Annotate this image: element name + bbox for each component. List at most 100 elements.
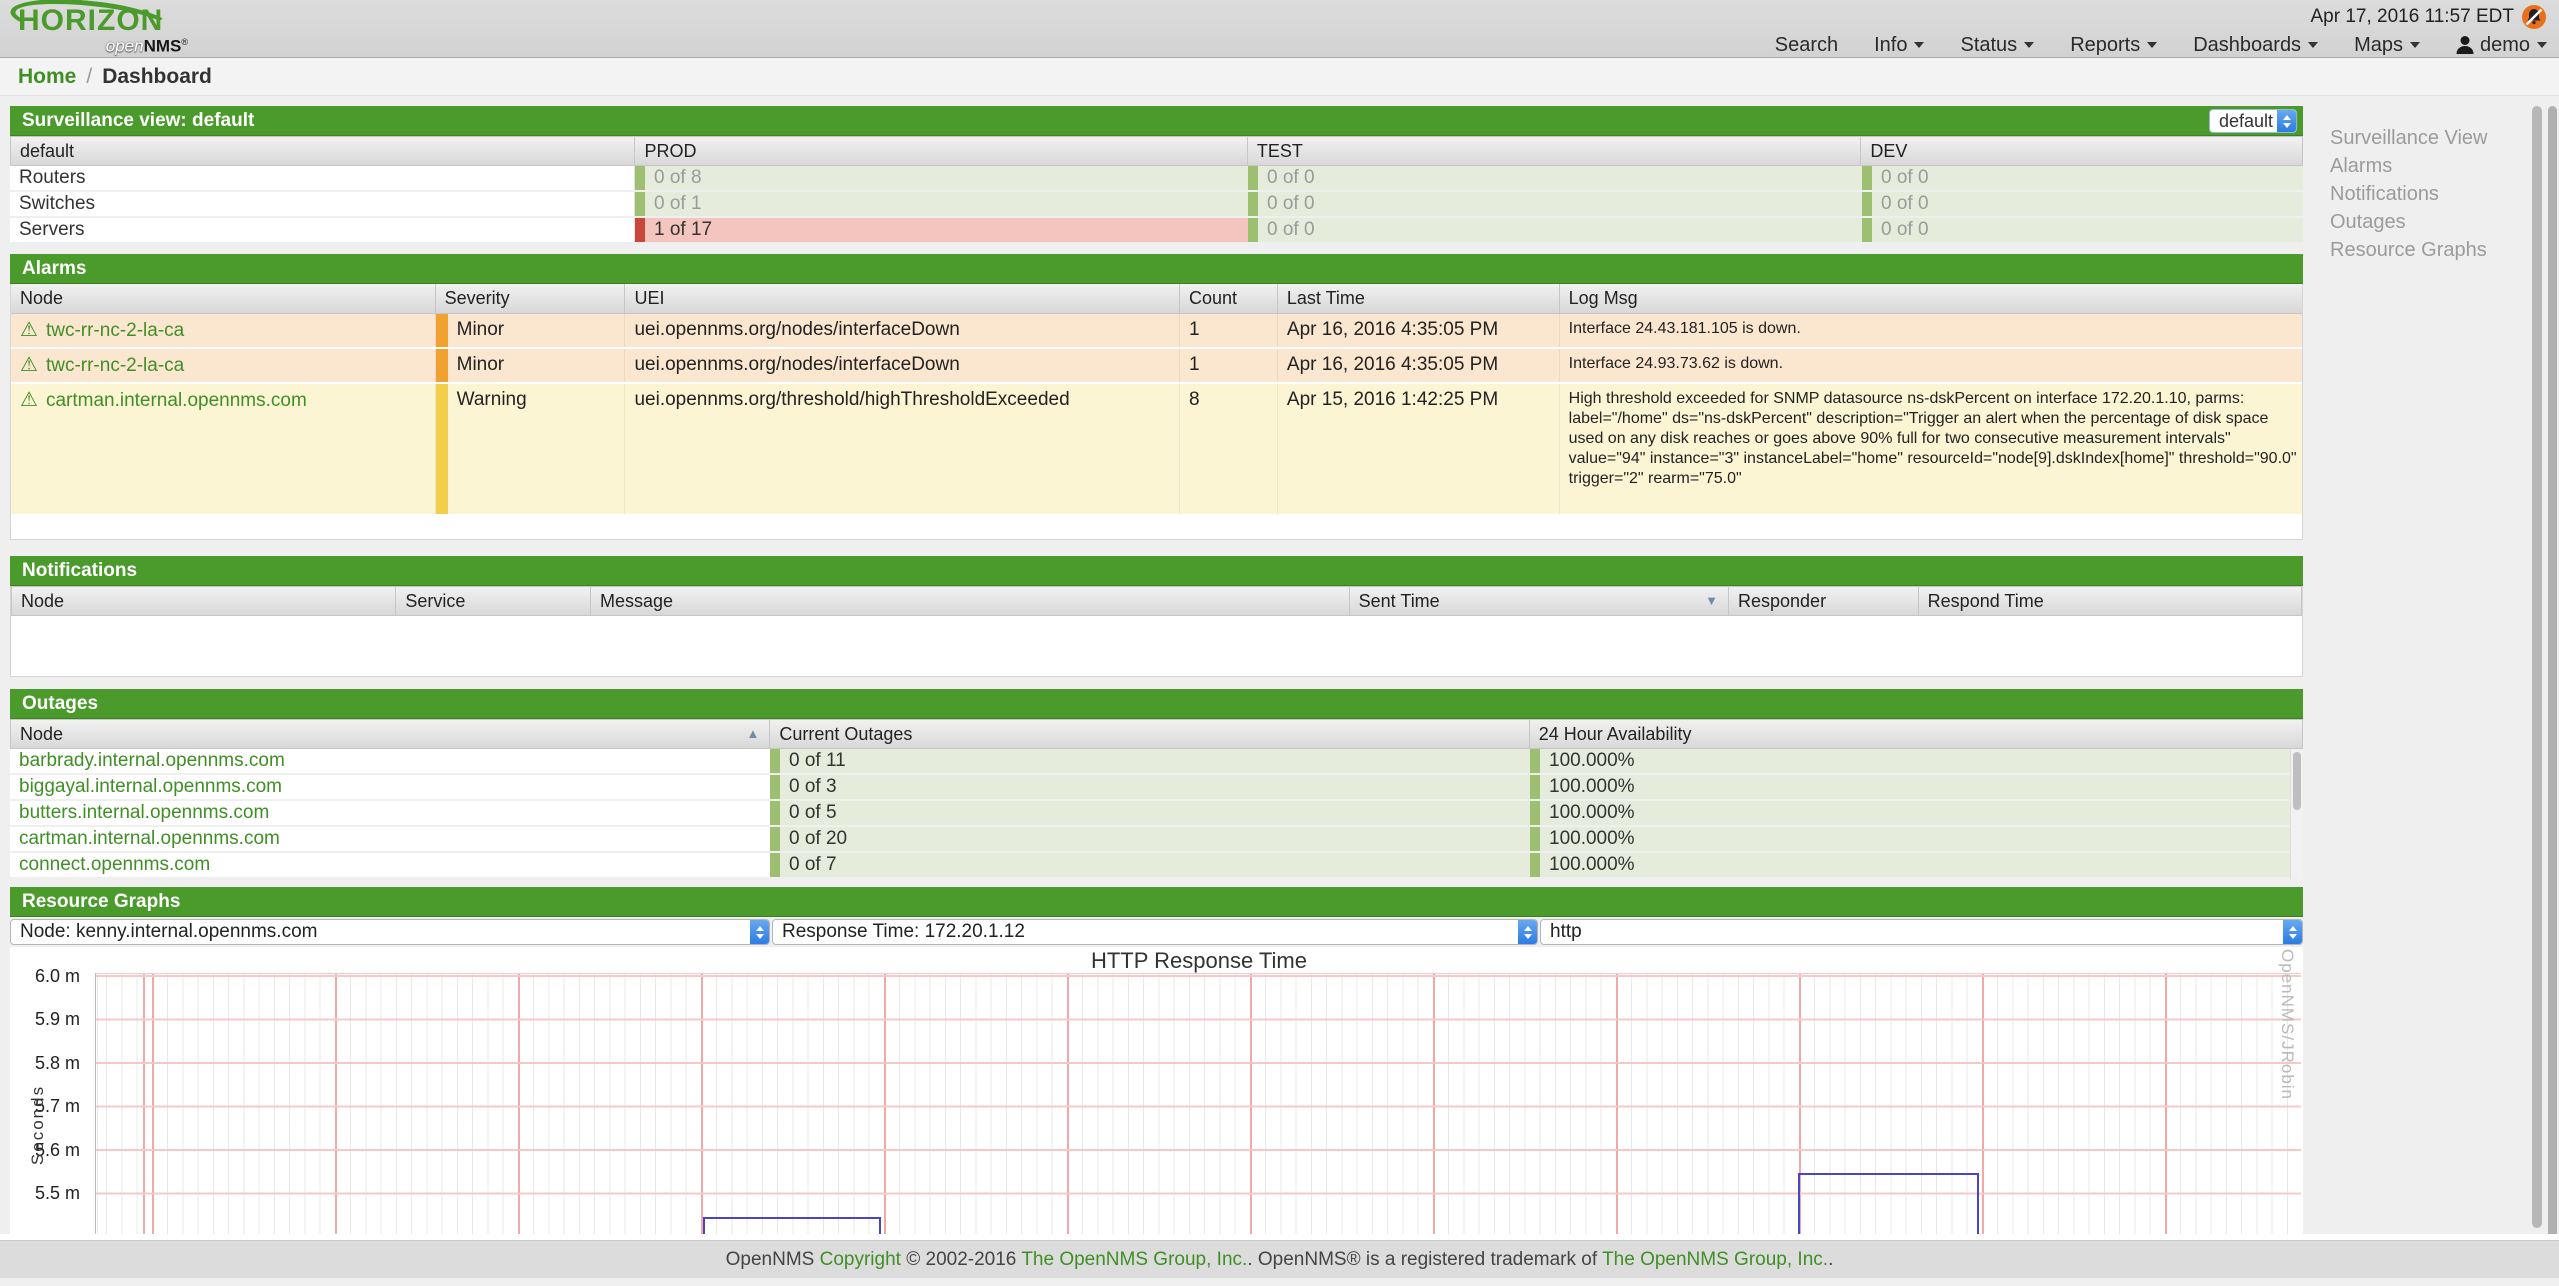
breadcrumb-home-link[interactable]: Home <box>18 65 76 88</box>
sidebar-item-notifications[interactable]: Notifications <box>2330 180 2525 208</box>
column-header-sent-time[interactable]: Sent Time▼ <box>1350 587 1729 615</box>
resource-select[interactable]: Response Time: 172.20.1.12 <box>772 919 1538 945</box>
menu-status[interactable]: Status <box>1960 34 2034 57</box>
footer-group-link[interactable]: The OpenNMS Group, Inc. <box>1602 1249 1828 1270</box>
column-header-log-msg[interactable]: Log Msg <box>1560 284 2302 313</box>
outage-node-cell: connect.opennms.com <box>10 853 770 877</box>
sidebar-item-resource-graphs[interactable]: Resource Graphs <box>2330 236 2525 264</box>
outage-availability: 100.000% <box>1530 827 2303 851</box>
outage-node-link[interactable]: cartman.internal.opennms.com <box>19 828 280 849</box>
column-header-current-outages[interactable]: Current Outages <box>770 720 1529 748</box>
outage-node-link[interactable]: butters.internal.opennms.com <box>19 802 269 823</box>
notifications-title: Notifications <box>22 560 137 581</box>
outage-availability: 100.000% <box>1530 853 2303 877</box>
menu-reports[interactable]: Reports <box>2070 34 2157 57</box>
alarm-log-msg: Interface 24.43.181.105 is down. <box>1560 314 2302 347</box>
surveillance-view-select[interactable]: default <box>2209 109 2297 133</box>
cell-switches-dev[interactable]: 0 of 0 <box>1862 192 2303 216</box>
menu-search[interactable]: Search <box>1775 34 1838 57</box>
footer-group-link[interactable]: The OpenNMS Group, Inc. <box>1021 1249 1247 1270</box>
menu-info[interactable]: Info <box>1874 34 1924 57</box>
column-header-node[interactable]: Node▲ <box>11 720 770 748</box>
cell-routers-prod[interactable]: 0 of 8 <box>635 166 1248 190</box>
chevron-down-icon <box>2537 42 2547 48</box>
alarms-panel: Alarms Node Severity UEI Count Last Time… <box>10 254 2303 540</box>
outage-node-cell: cartman.internal.opennms.com <box>10 827 770 851</box>
cell-servers-dev[interactable]: 0 of 0 <box>1862 218 2303 242</box>
window-scrollbar[interactable] <box>2548 106 2557 1284</box>
datetime-display: Apr 17, 2016 11:57 EDT <box>1739 4 2547 30</box>
notices-off-bell-icon[interactable] <box>2521 4 2547 30</box>
menu-dashboards[interactable]: Dashboards <box>2193 34 2318 57</box>
cell-switches-test[interactable]: 0 of 0 <box>1248 192 1862 216</box>
cell-routers-dev[interactable]: 0 of 0 <box>1862 166 2303 190</box>
surveillance-view-select-value: default <box>2219 111 2273 131</box>
sidebar-item-alarms[interactable]: Alarms <box>2330 152 2525 180</box>
sidebar-item-outages[interactable]: Outages <box>2330 208 2525 236</box>
node-select[interactable]: Node: kenny.internal.opennms.com <box>10 919 770 945</box>
column-header-severity[interactable]: Severity <box>436 284 626 313</box>
column-header-respond-time[interactable]: Respond Time <box>1919 587 2301 615</box>
column-header-responder[interactable]: Responder <box>1729 587 1919 615</box>
column-header-node[interactable]: Node <box>11 284 436 313</box>
outages-scrollbar-thumb[interactable] <box>2293 752 2301 810</box>
cell-servers-prod[interactable]: 1 of 17 <box>635 218 1248 242</box>
column-header-service[interactable]: Service <box>396 587 591 615</box>
alarms-title: Alarms <box>22 258 86 279</box>
cell-servers-test[interactable]: 0 of 0 <box>1248 218 1862 242</box>
sidebar-item-surveillance-view[interactable]: Surveillance View <box>2330 124 2525 152</box>
outages-scrollbar[interactable] <box>2290 749 2303 879</box>
graph-type-select[interactable]: http <box>1540 919 2303 945</box>
row-label: Servers <box>10 218 635 242</box>
alarm-severity: Minor <box>436 314 626 347</box>
dashboard-sidebar: Surveillance View Alarms Notifications O… <box>2330 124 2525 264</box>
dashboard-content: Surveillance view: default default defau… <box>10 106 2303 1237</box>
outage-node-link[interactable]: biggayal.internal.opennms.com <box>19 776 282 797</box>
column-header-count[interactable]: Count <box>1180 284 1278 313</box>
alarm-log-msg: Interface 24.93.73.62 is down. <box>1560 349 2302 382</box>
column-header-uei[interactable]: UEI <box>625 284 1180 313</box>
menu-user[interactable]: demo <box>2456 34 2547 57</box>
outage-current: 0 of 20 <box>770 827 1530 851</box>
notifications-panel-header: Notifications <box>10 556 2303 586</box>
outage-availability: 100.000% <box>1530 801 2303 825</box>
alarms-column-headers: Node Severity UEI Count Last Time Log Ms… <box>11 284 2302 314</box>
sidebar-scrollbar[interactable] <box>2532 106 2542 1228</box>
column-header-availability[interactable]: 24 Hour Availability <box>1530 720 2302 748</box>
alarm-node-link[interactable]: twc-rr-nc-2-la-ca <box>46 320 184 341</box>
outage-row: barbrady.internal.opennms.com 0 of 11 10… <box>10 749 2303 775</box>
alarm-count: 8 <box>1180 384 1278 514</box>
alarm-node-link[interactable]: cartman.internal.opennms.com <box>46 390 307 411</box>
footer-copyright-link[interactable]: Copyright <box>820 1249 901 1270</box>
outage-current: 0 of 3 <box>770 775 1530 799</box>
alarm-row: ⚠twc-rr-nc-2-la-ca Minor uei.opennms.org… <box>11 349 2302 384</box>
breadcrumb-current: Dashboard <box>102 65 212 88</box>
column-header-message[interactable]: Message <box>591 587 1350 615</box>
footer-text: OpenNMS Copyright © 2002-2016 The OpenNM… <box>0 1240 2559 1278</box>
cell-routers-test[interactable]: 0 of 0 <box>1248 166 1862 190</box>
column-header-last-time[interactable]: Last Time <box>1278 284 1560 313</box>
chevron-down-icon <box>2410 42 2420 48</box>
http-response-time-chart: HTTP Response Time 6.0 m 5.9 m 5.8 m 5.7… <box>10 947 2303 1237</box>
outage-node-link[interactable]: barbrady.internal.opennms.com <box>19 750 285 771</box>
alarm-node-link[interactable]: twc-rr-nc-2-la-ca <box>46 355 184 376</box>
outage-node-link[interactable]: connect.opennms.com <box>19 854 210 875</box>
opennms-logo[interactable]: HORIZON openNMS® <box>18 6 188 56</box>
cell-switches-prod[interactable]: 0 of 1 <box>635 192 1248 216</box>
alarm-uei: uei.opennms.org/nodes/interfaceDown <box>625 314 1180 347</box>
alarm-last-time: Apr 15, 2016 1:42:25 PM <box>1278 384 1560 514</box>
chevron-down-icon <box>1914 42 1924 48</box>
chevron-down-icon <box>2024 42 2034 48</box>
footer-mid1: © 2002-2016 <box>901 1249 1021 1270</box>
outage-row: connect.opennms.com 0 of 7 100.000% <box>10 853 2303 879</box>
footer-prefix: OpenNMS <box>726 1249 820 1270</box>
y-axis-tick: 5.9 m <box>10 1009 80 1030</box>
surveillance-panel: Surveillance view: default default defau… <box>10 106 2303 244</box>
chart-series-step <box>1798 1173 1979 1237</box>
menu-maps[interactable]: Maps <box>2354 34 2420 57</box>
alarm-row: ⚠cartman.internal.opennms.com Warning ue… <box>11 384 2302 516</box>
column-header-node[interactable]: Node <box>12 587 396 615</box>
outage-row: cartman.internal.opennms.com 0 of 20 100… <box>10 827 2303 853</box>
breadcrumb: Home/Dashboard <box>0 58 2559 96</box>
alarms-panel-header: Alarms <box>10 254 2303 284</box>
